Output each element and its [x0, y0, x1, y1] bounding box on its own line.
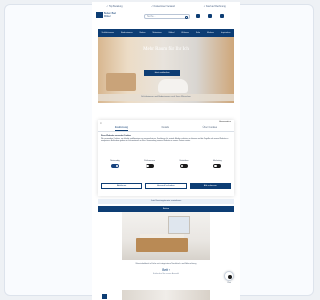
- usp-item: ✓ Kostenloser Versand: [151, 5, 175, 8]
- search-input[interactable]: Suche...: [144, 14, 190, 19]
- chat-label: Chat: [227, 282, 231, 284]
- product-caption: Massivholzbett in Eiche mit integriertem…: [135, 263, 197, 265]
- window-image-detail: [168, 216, 190, 234]
- logo-text[interactable]: Betten Bad Möbel: [104, 12, 118, 18]
- toggle-marketing: Marketing: [213, 160, 222, 176]
- next-product-image[interactable]: [122, 290, 210, 300]
- search-placeholder: Suche...: [147, 16, 156, 18]
- bed-frame-image-detail: [136, 238, 188, 252]
- nav-item[interactable]: Schlafzimmer: [101, 32, 114, 34]
- logo-icon[interactable]: [96, 12, 103, 18]
- scroll-top-button[interactable]: [102, 294, 107, 299]
- usp-item: ✓ Top Beratung: [106, 5, 123, 8]
- cart-icon[interactable]: [220, 14, 224, 18]
- allow-all-button[interactable]: Alle zulassen: [189, 183, 231, 189]
- toggle-label: Notwendig: [110, 160, 120, 162]
- nav-item[interactable]: Betten: [140, 32, 146, 34]
- nav-item[interactable]: Matratzen: [153, 32, 162, 34]
- user-icon[interactable]: [196, 14, 200, 18]
- toggle-label: Statistiken: [179, 160, 189, 162]
- reject-button[interactable]: Ablehnen: [101, 183, 143, 189]
- toggle-switch[interactable]: [179, 164, 188, 168]
- wishlist-icon[interactable]: [208, 14, 212, 18]
- toggle-switch[interactable]: [110, 164, 119, 168]
- toggle-label: Präferenzen: [144, 160, 155, 162]
- main-navigation: Schlafzimmer Badezimmer Betten Matratzen…: [98, 29, 234, 37]
- website-page: ✓ Top Beratung ✓ Kostenloser Versand ✓ K…: [92, 2, 240, 300]
- toggle-switch[interactable]: [213, 164, 222, 168]
- consent-text: Diese Webseite verwendet Cookies Wir ver…: [101, 135, 231, 143]
- hero-banner: Mehr Raum für Ihr Ich Jetzt entdecken Sc…: [98, 37, 234, 103]
- top-usp-bar: ✓ Top Beratung ✓ Kostenloser Versand ✓ K…: [92, 2, 240, 10]
- consent-brand: Usercentrics: [218, 121, 231, 123]
- nav-item[interactable]: Möbel: [169, 32, 175, 34]
- toggle-necessary: Notwendig: [110, 160, 120, 176]
- product-image[interactable]: [122, 212, 210, 260]
- nav-item[interactable]: Sale: [196, 32, 200, 34]
- consent-buttons: Ablehnen Auswahl erlauben Alle zulassen: [101, 183, 231, 189]
- toggle-switch[interactable]: [145, 164, 154, 168]
- cookie-consent-dialog: × Usercentrics Zustimmung Details Über C…: [98, 120, 234, 196]
- tab-about-cookies[interactable]: Über Cookies: [203, 126, 217, 131]
- toggle-preferences: Präferenzen: [144, 160, 155, 176]
- close-icon[interactable]: ×: [100, 121, 102, 125]
- header-icons: [196, 14, 224, 18]
- consent-tabs: Zustimmung Details Über Cookies: [98, 126, 234, 132]
- hero-bathtub-image: [158, 79, 188, 93]
- nav-item[interactable]: Wohnen: [181, 32, 189, 34]
- hero-title: Mehr Raum für Ihr Ich: [143, 47, 189, 52]
- toggle-statistics: Statistiken: [179, 160, 189, 176]
- search-icon[interactable]: [185, 15, 188, 19]
- hero-strip: Schlafzimmer und Badezimmer nach Ihren W…: [98, 94, 234, 101]
- nav-item[interactable]: Inspiration: [221, 32, 231, 34]
- toggle-label: Marketing: [213, 160, 222, 162]
- allow-selection-button[interactable]: Auswahl erlauben: [145, 183, 187, 189]
- product-subtext: Entdecken Sie unsere Auswahl: [152, 273, 180, 275]
- tab-consent[interactable]: Zustimmung: [114, 126, 128, 131]
- usp-item: ✓ Kauf auf Rechnung: [203, 5, 226, 8]
- nav-item[interactable]: Marken: [207, 32, 214, 34]
- chat-icon[interactable]: [224, 271, 234, 281]
- nav-item[interactable]: Badezimmer: [121, 32, 133, 34]
- tab-details[interactable]: Details: [162, 126, 169, 131]
- site-header: Betten Bad Möbel Suche...: [92, 10, 240, 26]
- hero-cta-button[interactable]: Jetzt entdecken: [144, 70, 180, 76]
- hero-bed-image: [106, 73, 136, 91]
- consent-toggles: Notwendig Präferenzen Statistiken Market…: [98, 160, 234, 176]
- consultation-banner[interactable]: Jetzt Beratungstermin vereinbaren: [98, 199, 234, 204]
- consent-text-body: Wir verwenden Cookies, um Inhalte und An…: [101, 137, 229, 143]
- product-link[interactable]: Bett ›: [98, 268, 234, 272]
